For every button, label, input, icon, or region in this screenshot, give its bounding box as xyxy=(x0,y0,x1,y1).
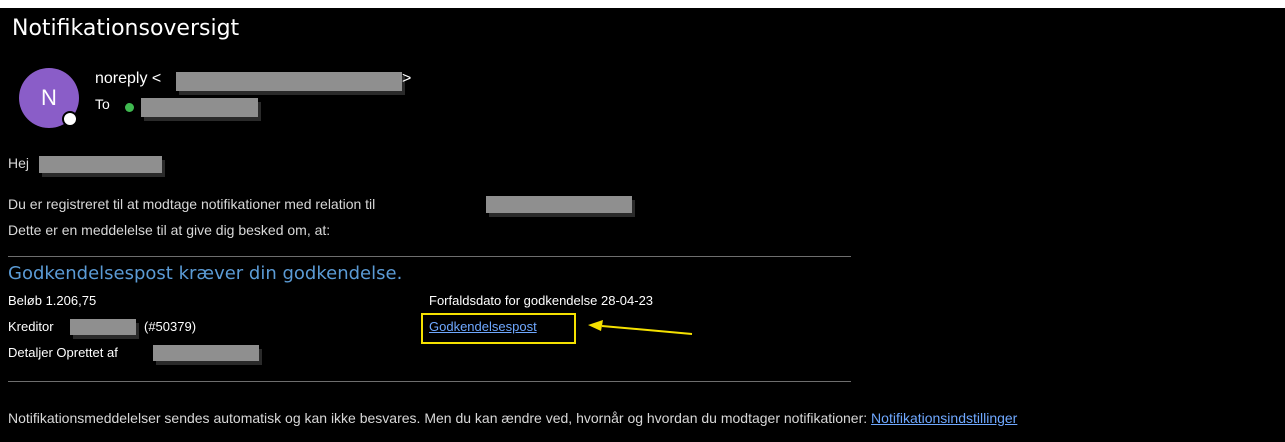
creditor-label: Kreditor xyxy=(8,319,54,334)
redacted-created-by xyxy=(153,345,259,361)
divider-top xyxy=(8,256,851,257)
notification-settings-link[interactable]: Notifikationsindstillinger xyxy=(871,410,1017,426)
email-view: Notifikationsoversigt N noreply < > To H… xyxy=(0,8,1285,442)
redacted-sender-email xyxy=(176,72,402,91)
to-label: To xyxy=(95,96,110,112)
redacted-recipient xyxy=(141,98,258,117)
redacted-greeting-name xyxy=(39,156,162,173)
greeting: Hej xyxy=(8,155,30,171)
footer-text: Notifikationsmeddelelser sendes automati… xyxy=(8,410,868,426)
sender-name-suffix: > xyxy=(402,70,412,87)
approval-link[interactable]: Godkendelsespost xyxy=(429,319,537,334)
amount-text: Beløb 1.206,75 xyxy=(8,293,97,308)
divider-bottom xyxy=(8,381,851,382)
email-subject: Notifikationsoversigt xyxy=(12,16,240,41)
due-date-text: Forfaldsdato for godkendelse 28-04-23 xyxy=(429,293,654,308)
approval-heading: Godkendelsespost kræver din godkendelse. xyxy=(8,263,403,284)
presence-icon xyxy=(62,111,78,127)
footer: Notifikationsmeddelelser sendes automati… xyxy=(8,410,1017,426)
redacted-relation xyxy=(486,196,632,213)
annotation-arrow-icon xyxy=(588,320,693,335)
creditor-id: (#50379) xyxy=(144,319,197,334)
redacted-creditor xyxy=(70,319,136,335)
sender-name-prefix[interactable]: noreply < xyxy=(95,70,161,88)
message-text: Dette er en meddelelse til at give dig b… xyxy=(8,222,331,238)
details-label: Detaljer Oprettet af xyxy=(8,345,118,360)
registered-text: Du er registreret til at modtage notifik… xyxy=(8,196,376,212)
verified-icon xyxy=(125,103,134,112)
